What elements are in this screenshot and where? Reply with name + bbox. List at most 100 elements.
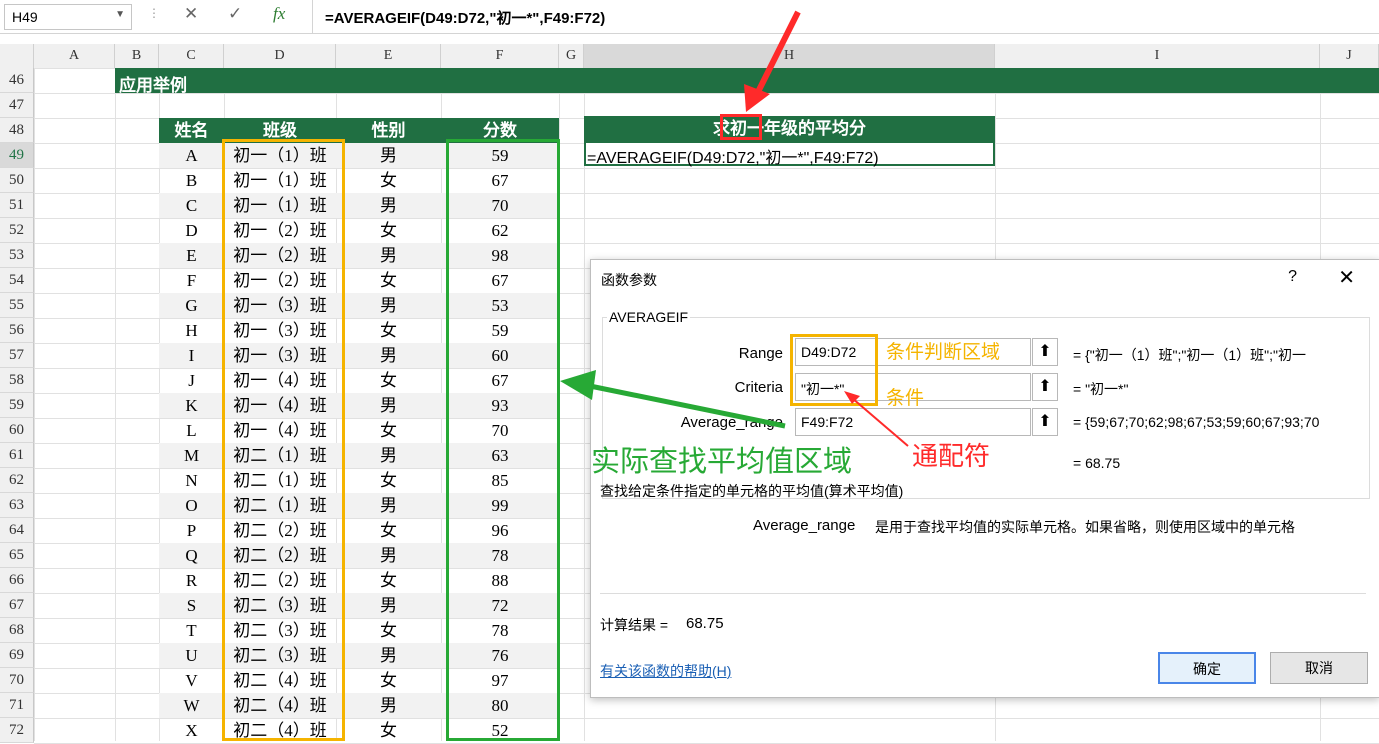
column-header-h[interactable]: H	[584, 44, 995, 68]
average-range-ref-button[interactable]: ⬆	[1032, 408, 1058, 436]
row-header[interactable]: 66	[0, 568, 34, 593]
result-cell-h49[interactable]: =AVERAGEIF(D49:D72,"初一*",F49:F72)	[584, 141, 995, 167]
table-cell-gender[interactable]: 男	[336, 243, 441, 268]
table-cell-gender[interactable]: 女	[336, 618, 441, 643]
table-cell-name[interactable]: V	[159, 668, 224, 693]
table-cell-gender[interactable]: 女	[336, 318, 441, 343]
row-header[interactable]: 61	[0, 443, 34, 468]
table-cell-gender[interactable]: 女	[336, 668, 441, 693]
table-cell-name[interactable]: I	[159, 343, 224, 368]
row-header[interactable]: 63	[0, 493, 34, 518]
row-header[interactable]: 48	[0, 118, 34, 143]
average-range-input[interactable]: F49:F72	[795, 408, 1031, 436]
row-header[interactable]: 59	[0, 393, 34, 418]
table-cell-gender[interactable]: 女	[336, 518, 441, 543]
row-header[interactable]: 51	[0, 193, 34, 218]
row-header[interactable]: 49	[0, 143, 34, 168]
table-cell-gender[interactable]: 男	[336, 693, 441, 718]
table-cell-gender[interactable]: 女	[336, 568, 441, 593]
row-header[interactable]: 60	[0, 418, 34, 443]
row-header[interactable]: 46	[0, 68, 34, 93]
cancel-icon[interactable]: ✕	[184, 4, 198, 24]
table-cell-gender[interactable]: 女	[336, 418, 441, 443]
column-header-b[interactable]: B	[115, 44, 159, 68]
name-box[interactable]: H49 ▼	[4, 4, 132, 30]
table-cell-name[interactable]: S	[159, 593, 224, 618]
row-header[interactable]: 57	[0, 343, 34, 368]
ok-button[interactable]: 确定	[1158, 652, 1256, 684]
row-header[interactable]: 70	[0, 668, 34, 693]
row-header[interactable]: 54	[0, 268, 34, 293]
table-cell-name[interactable]: U	[159, 643, 224, 668]
row-header[interactable]: 68	[0, 618, 34, 643]
drag-handle-icon[interactable]: ⋮	[148, 6, 160, 20]
table-cell-name[interactable]: N	[159, 468, 224, 493]
table-cell-name[interactable]: D	[159, 218, 224, 243]
row-header[interactable]: 47	[0, 93, 34, 118]
table-cell-gender[interactable]: 女	[336, 218, 441, 243]
close-icon[interactable]: ✕	[1338, 265, 1355, 290]
row-header[interactable]: 62	[0, 468, 34, 493]
row-header[interactable]: 65	[0, 543, 34, 568]
row-header[interactable]: 67	[0, 593, 34, 618]
row-header[interactable]: 58	[0, 368, 34, 393]
table-cell-name[interactable]: G	[159, 293, 224, 318]
column-header-g[interactable]: G	[559, 44, 584, 68]
table-cell-gender[interactable]: 男	[336, 493, 441, 518]
table-cell-name[interactable]: B	[159, 168, 224, 193]
table-cell-name[interactable]: M	[159, 443, 224, 468]
row-header[interactable]: 71	[0, 693, 34, 718]
table-cell-name[interactable]: F	[159, 268, 224, 293]
row-header[interactable]: 69	[0, 643, 34, 668]
row-header[interactable]: 53	[0, 243, 34, 268]
table-cell-gender[interactable]: 男	[336, 543, 441, 568]
row-header[interactable]: 64	[0, 518, 34, 543]
table-cell-name[interactable]: T	[159, 618, 224, 643]
table-cell-gender[interactable]: 男	[336, 293, 441, 318]
range-ref-button[interactable]: ⬆	[1032, 338, 1058, 366]
fx-icon[interactable]: fx	[273, 4, 285, 24]
table-cell-gender[interactable]: 男	[336, 143, 441, 168]
table-cell-gender[interactable]: 女	[336, 168, 441, 193]
row-header[interactable]: 55	[0, 293, 34, 318]
table-cell-name[interactable]: Q	[159, 543, 224, 568]
chevron-down-icon[interactable]: ▼	[115, 9, 125, 20]
row-header[interactable]: 72	[0, 718, 34, 743]
table-cell-name[interactable]: K	[159, 393, 224, 418]
table-cell-name[interactable]: X	[159, 718, 224, 743]
table-cell-name[interactable]: H	[159, 318, 224, 343]
table-cell-gender[interactable]: 女	[336, 268, 441, 293]
select-all-corner[interactable]	[0, 44, 34, 68]
table-cell-gender[interactable]: 男	[336, 643, 441, 668]
column-header-j[interactable]: J	[1320, 44, 1379, 68]
table-cell-gender[interactable]: 女	[336, 368, 441, 393]
formula-input[interactable]: =AVERAGEIF(D49:D72,"初一*",F49:F72)	[312, 0, 1379, 33]
row-header[interactable]: 56	[0, 318, 34, 343]
table-cell-gender[interactable]: 男	[336, 443, 441, 468]
column-header-i[interactable]: I	[995, 44, 1320, 68]
table-cell-name[interactable]: R	[159, 568, 224, 593]
table-cell-name[interactable]: A	[159, 143, 224, 168]
table-cell-gender[interactable]: 男	[336, 343, 441, 368]
table-cell-gender[interactable]: 男	[336, 593, 441, 618]
help-icon[interactable]: ?	[1288, 268, 1297, 286]
function-help-link[interactable]: 有关该函数的帮助(H)	[600, 661, 731, 681]
table-cell-name[interactable]: P	[159, 518, 224, 543]
column-header-c[interactable]: C	[159, 44, 224, 68]
column-header-e[interactable]: E	[336, 44, 441, 68]
criteria-ref-button[interactable]: ⬆	[1032, 373, 1058, 401]
row-header[interactable]: 52	[0, 218, 34, 243]
table-cell-name[interactable]: E	[159, 243, 224, 268]
row-header[interactable]: 50	[0, 168, 34, 193]
table-cell-gender[interactable]: 男	[336, 193, 441, 218]
table-cell-gender[interactable]: 男	[336, 393, 441, 418]
table-cell-name[interactable]: J	[159, 368, 224, 393]
cancel-button[interactable]: 取消	[1270, 652, 1368, 684]
column-header-a[interactable]: A	[34, 44, 115, 68]
table-cell-name[interactable]: W	[159, 693, 224, 718]
column-header-d[interactable]: D	[224, 44, 336, 68]
table-cell-gender[interactable]: 女	[336, 468, 441, 493]
table-cell-name[interactable]: C	[159, 193, 224, 218]
table-cell-gender[interactable]: 女	[336, 718, 441, 743]
column-header-f[interactable]: F	[441, 44, 559, 68]
